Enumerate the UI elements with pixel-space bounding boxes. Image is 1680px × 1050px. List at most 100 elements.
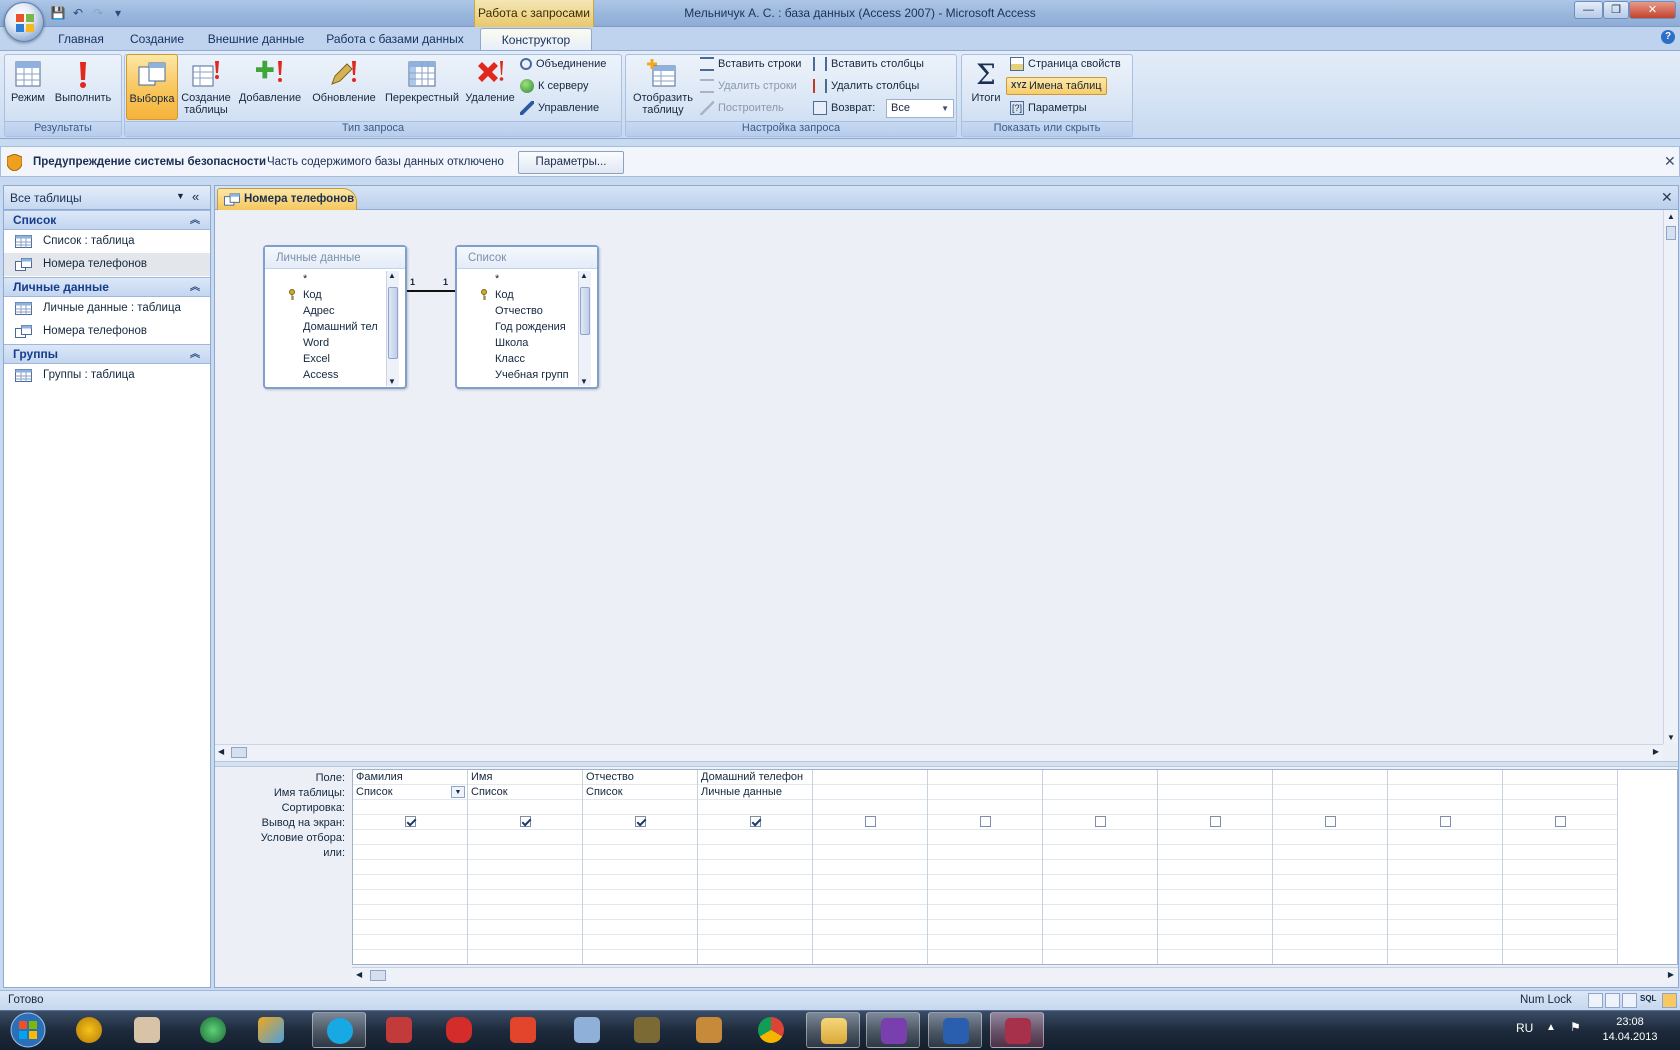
nav-item-spisok-table[interactable]: Список : таблица	[4, 230, 210, 253]
grid-cell-empty[interactable]	[1388, 860, 1502, 875]
pivot-chart-view-button[interactable]	[1622, 993, 1637, 1008]
return-select[interactable]: Все ▼	[886, 99, 954, 118]
grid-cell-empty[interactable]	[1273, 890, 1387, 905]
grid-cell-or[interactable]	[583, 845, 697, 860]
grid-cell-show[interactable]	[1388, 815, 1502, 830]
grid-cell-or[interactable]	[928, 845, 1042, 860]
help-icon[interactable]: ?	[1661, 30, 1675, 44]
grid-cell-sort[interactable]	[1388, 800, 1502, 815]
taskbar-app-9[interactable]	[560, 1012, 614, 1048]
grid-cell-empty[interactable]	[1388, 950, 1502, 964]
taskbar-app-3[interactable]	[186, 1012, 240, 1048]
language-indicator[interactable]: RU	[1516, 1021, 1533, 1035]
scroll-left-icon[interactable]: ◀	[218, 747, 224, 756]
undo-icon[interactable]: ↶	[70, 5, 86, 21]
show-checkbox[interactable]	[1209, 815, 1221, 827]
grid-cell-empty[interactable]	[1503, 920, 1617, 935]
grid-cell-empty[interactable]	[1388, 920, 1502, 935]
grid-cell-table[interactable]: Список ▼	[353, 785, 467, 800]
grid-cell-table[interactable]: Список	[583, 785, 697, 800]
nav-dropdown-icon[interactable]: ▼	[176, 191, 185, 201]
grid-horizontal-scrollbar[interactable]: ◀ ▶	[352, 967, 1678, 983]
grid-cell-empty[interactable]	[583, 950, 697, 964]
grid-cell-criteria[interactable]	[1043, 830, 1157, 845]
nav-group-spisok[interactable]: Список ︽	[4, 210, 210, 230]
run-button[interactable]: Выполнить	[52, 54, 114, 120]
grid-cell-sort[interactable]	[1503, 800, 1617, 815]
taskbar-word[interactable]	[928, 1012, 982, 1048]
grid-cell-empty[interactable]	[468, 875, 582, 890]
show-checkbox[interactable]	[1439, 815, 1451, 827]
insert-rows-button[interactable]: Вставить строки	[700, 55, 801, 73]
select-query-button[interactable]: Выборка	[126, 54, 178, 120]
scroll-down-icon[interactable]: ▼	[580, 377, 588, 386]
grid-cell-sort[interactable]	[698, 800, 812, 815]
grid-cell-or[interactable]	[1503, 845, 1617, 860]
field-item[interactable]: Класс	[465, 351, 577, 367]
grid-cell-show[interactable]	[353, 815, 467, 830]
grid-cell-empty[interactable]	[353, 860, 467, 875]
close-document-icon[interactable]: ✕	[1661, 189, 1673, 206]
show-checkbox[interactable]	[404, 815, 416, 827]
grid-cell-or[interactable]	[1273, 845, 1387, 860]
grid-cell-empty[interactable]	[1043, 905, 1157, 920]
grid-cell-empty[interactable]	[1043, 920, 1157, 935]
grid-cell-empty[interactable]	[1158, 905, 1272, 920]
grid-cell-empty[interactable]	[928, 860, 1042, 875]
grid-cell-empty[interactable]	[1158, 920, 1272, 935]
grid-cell-empty[interactable]	[353, 875, 467, 890]
nav-item-personal-data-phones-query[interactable]: Номера телефонов	[4, 320, 210, 343]
grid-cell-empty[interactable]	[1043, 860, 1157, 875]
design-view-button[interactable]	[1662, 993, 1677, 1008]
taskbar-app-10[interactable]	[620, 1012, 674, 1048]
grid-cell-empty[interactable]	[928, 920, 1042, 935]
field-item[interactable]: Учебная групп	[465, 367, 577, 383]
field-item[interactable]: Школа	[465, 335, 577, 351]
grid-cell-field[interactable]	[928, 770, 1042, 785]
grid-cell-sort[interactable]	[1158, 800, 1272, 815]
grid-cell-sort[interactable]	[1273, 800, 1387, 815]
delete-query-button[interactable]: Удаление	[462, 54, 518, 120]
grid-cell-empty[interactable]	[1043, 935, 1157, 950]
grid-cell-empty[interactable]	[928, 875, 1042, 890]
grid-cell-table[interactable]	[1503, 785, 1617, 800]
grid-cell-empty[interactable]	[1158, 890, 1272, 905]
grid-cell-field[interactable]	[1043, 770, 1157, 785]
field-item[interactable]: Отчество	[465, 303, 577, 319]
grid-cell-table[interactable]	[1043, 785, 1157, 800]
grid-cell-empty[interactable]	[1503, 890, 1617, 905]
table-pane-vertical-scrollbar[interactable]: ▲ ▼	[1663, 210, 1678, 744]
grid-cell-or[interactable]	[1388, 845, 1502, 860]
grid-cell-criteria[interactable]	[468, 830, 582, 845]
close-icon[interactable]: ✕	[1664, 153, 1676, 170]
grid-cell-empty[interactable]	[813, 905, 927, 920]
grid-cell-empty[interactable]	[698, 860, 812, 875]
grid-cell-empty[interactable]	[1158, 950, 1272, 964]
nav-item-groups-table[interactable]: Группы : таблица	[4, 364, 210, 387]
grid-cell-empty[interactable]	[468, 860, 582, 875]
grid-cell-empty[interactable]	[583, 935, 697, 950]
union-button[interactable]: Объединение	[520, 55, 606, 73]
table-box-spisok[interactable]: Список * Код Отчество Год рождения Школа…	[455, 245, 599, 389]
grid-cell-criteria[interactable]	[1273, 830, 1387, 845]
sql-view-button[interactable]: SQL	[1640, 994, 1656, 1003]
data-definition-button[interactable]: Управление	[520, 99, 599, 117]
grid-cell-empty[interactable]	[353, 935, 467, 950]
scroll-thumb[interactable]	[370, 970, 386, 981]
field-item[interactable]: *	[273, 271, 385, 287]
grid-cell-field[interactable]	[1503, 770, 1617, 785]
taskbar-explorer[interactable]	[806, 1012, 860, 1048]
grid-cell-criteria[interactable]	[353, 830, 467, 845]
insert-columns-button[interactable]: Вставить столбцы	[813, 55, 924, 73]
grid-cell-empty[interactable]	[1388, 935, 1502, 950]
grid-cell-table[interactable]	[813, 785, 927, 800]
field-list-scrollbar[interactable]: ▲ ▼	[386, 271, 399, 386]
grid-cell-empty[interactable]	[698, 875, 812, 890]
nav-item-spisok-phones-query[interactable]: Номера телефонов	[4, 253, 210, 276]
grid-cell-empty[interactable]	[1388, 875, 1502, 890]
scroll-down-icon[interactable]: ▼	[388, 377, 396, 386]
tab-create[interactable]: Создание	[122, 28, 192, 51]
grid-cell-empty[interactable]	[698, 935, 812, 950]
grid-cell-or[interactable]	[698, 845, 812, 860]
grid-cell-criteria[interactable]	[1388, 830, 1502, 845]
